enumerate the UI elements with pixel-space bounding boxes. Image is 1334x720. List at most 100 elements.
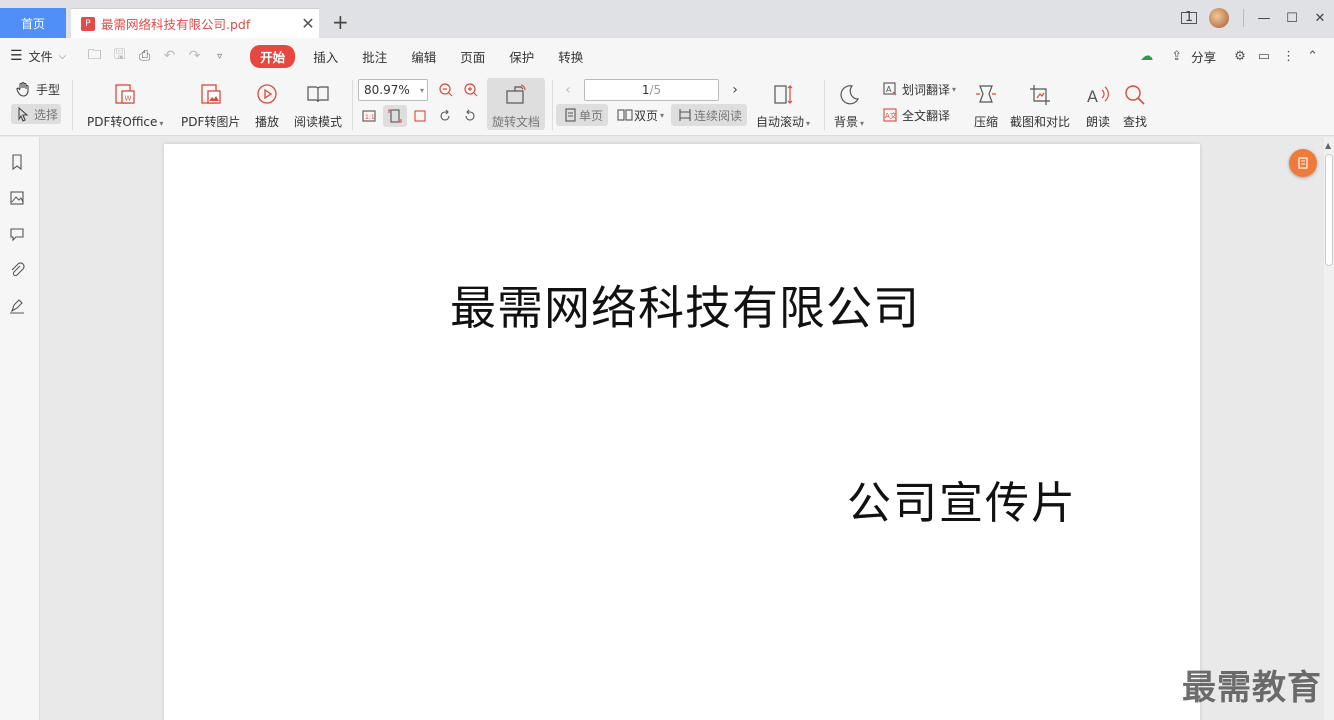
full-translate-icon: A文	[881, 106, 899, 124]
menu-protect[interactable]: 保护	[509, 47, 534, 66]
share-button[interactable]: ⇪ 分享	[1165, 47, 1222, 66]
read-mode-button[interactable]: 阅读模式	[294, 78, 342, 130]
file-menu[interactable]: ☰ 文件 ⌵	[10, 48, 66, 65]
fit-page-icon	[386, 107, 404, 125]
settings-icon[interactable]: ⚙	[1234, 49, 1246, 64]
scrollbar-thumb[interactable]	[1325, 154, 1333, 266]
vertical-scrollbar[interactable]: ▲	[1324, 137, 1334, 720]
play-button[interactable]: 播放	[253, 78, 281, 130]
screenshot-icon	[1026, 81, 1054, 109]
pdf-to-image-icon	[197, 81, 225, 109]
menu-annotate[interactable]: 批注	[362, 47, 387, 66]
zoom-in-button[interactable]	[461, 79, 481, 101]
pdf-to-office-icon: W	[111, 81, 139, 109]
menu-page[interactable]: 页面	[460, 47, 485, 66]
zoom-out-icon	[437, 81, 455, 99]
divider	[824, 80, 825, 130]
continuous-read-button[interactable]: 连续阅读	[671, 104, 747, 126]
tab-document[interactable]: P 最需网络科技有限公司.pdf ✕	[71, 8, 319, 38]
menu-right-tools: ☁ ⇪ 分享 ⚙ ▭ ⋮ ⌃	[1134, 38, 1324, 74]
book-icon	[304, 81, 332, 109]
pdf-to-office-button[interactable]: W PDF转Office ▾	[87, 78, 163, 130]
rotate-left-icon	[436, 107, 454, 125]
attachment-icon[interactable]	[8, 261, 26, 279]
find-button[interactable]: 查找	[1121, 78, 1149, 130]
fit-page-button[interactable]	[383, 105, 407, 127]
fit-width-button[interactable]	[410, 105, 430, 127]
double-page-button[interactable]: 双页 ▾	[612, 104, 668, 126]
actual-size-icon: 1:1	[360, 107, 378, 125]
comment-icon[interactable]	[8, 225, 26, 243]
menu-edit[interactable]: 编辑	[411, 47, 436, 66]
word-translate-button[interactable]: A 划词翻译 ▾	[881, 80, 956, 98]
menu-start[interactable]: 开始	[250, 44, 296, 68]
hand-tool-label: 手型	[36, 82, 61, 97]
new-tab-button[interactable]: +	[332, 10, 349, 34]
compress-button[interactable]: 压缩	[972, 78, 1000, 130]
prev-page-icon[interactable]: ‹	[560, 79, 576, 101]
zoom-select[interactable]: 80.97% ▾	[358, 79, 428, 101]
close-tab-icon[interactable]: ✕	[297, 14, 319, 33]
share-icon: ⇪	[1171, 48, 1183, 64]
title-bar: 首页 P 最需网络科技有限公司.pdf ✕ + 1 — ☐ ✕	[0, 0, 1334, 38]
single-page-button[interactable]: 单页	[556, 104, 608, 126]
word-translate-label: 划词翻译	[902, 82, 951, 97]
open-folder-icon[interactable]: 🗀	[82, 44, 107, 68]
bookmark-icon[interactable]	[8, 153, 26, 171]
actual-size-button[interactable]: 1:1	[359, 105, 379, 127]
caret-icon: ▾	[806, 119, 811, 128]
read-mode-label: 阅读模式	[294, 115, 343, 129]
close-window-icon[interactable]: ✕	[1306, 11, 1334, 26]
page-number-input[interactable]: 1 /5	[584, 79, 719, 101]
full-translate-button[interactable]: A文 全文翻译	[881, 106, 950, 124]
save-icon[interactable]: 🖫	[107, 44, 132, 68]
read-aloud-button[interactable]: A 朗读	[1084, 78, 1112, 130]
hand-tool-button[interactable]: 手型	[14, 80, 60, 98]
scroll-up-icon[interactable]: ▲	[1325, 141, 1331, 150]
feedback-icon[interactable]: ▭	[1258, 49, 1270, 64]
continuous-read-label: 连续阅读	[693, 108, 742, 123]
fit-width-icon	[411, 107, 429, 125]
read-aloud-label: 朗读	[1085, 115, 1110, 129]
pdf-page: 最需网络科技有限公司 公司宣传片	[164, 144, 1200, 720]
screenshot-compare-button[interactable]: 截图和对比	[1010, 78, 1070, 130]
rotate-left-button[interactable]	[435, 105, 455, 127]
maximize-icon[interactable]: ☐	[1278, 11, 1306, 26]
redo-icon[interactable]: ↷	[182, 48, 207, 64]
pdf-to-image-button[interactable]: PDF转图片	[181, 78, 240, 130]
page-count-badge[interactable]: 1	[1181, 11, 1197, 24]
watermark: 最需教育	[1182, 668, 1322, 708]
avatar[interactable]	[1209, 8, 1229, 28]
caret-icon: ▾	[660, 110, 665, 120]
rotate-right-button[interactable]	[460, 105, 480, 127]
document-viewport[interactable]: 最需网络科技有限公司 公司宣传片	[41, 137, 1324, 720]
tab-home[interactable]: 首页	[0, 8, 66, 38]
minimize-icon[interactable]: —	[1250, 11, 1278, 26]
caret-icon: ▾	[159, 119, 164, 128]
document-title: 最需网络科技有限公司	[450, 281, 920, 335]
more-icon[interactable]: ⋮	[1282, 49, 1295, 64]
rotate-document-button[interactable]: 旋转文档	[487, 78, 545, 130]
pdf-to-image-label: PDF转图片	[181, 115, 241, 129]
floating-tool-button[interactable]	[1289, 149, 1317, 177]
print-icon[interactable]: ⎙	[132, 48, 157, 64]
play-icon	[253, 81, 281, 109]
zoom-out-button[interactable]	[436, 79, 456, 101]
next-page-icon[interactable]: ›	[727, 79, 743, 101]
select-tool-button[interactable]: 选择	[11, 104, 62, 124]
zoom-in-icon	[462, 81, 480, 99]
single-page-label: 单页	[578, 108, 603, 123]
menu-insert[interactable]: 插入	[313, 47, 338, 66]
rotate-document-label: 旋转文档	[491, 115, 540, 129]
undo-icon[interactable]: ↶	[157, 48, 182, 64]
auto-scroll-button[interactable]: 自动滚动 ▾	[756, 78, 810, 130]
customize-icon[interactable]: ▿	[207, 51, 232, 62]
window-controls: 1 — ☐ ✕	[1181, 6, 1334, 30]
menu-convert[interactable]: 转换	[558, 47, 583, 66]
cloud-sync-icon[interactable]: ☁	[1140, 49, 1153, 64]
document-subtitle: 公司宣传片	[847, 478, 1077, 529]
collapse-ribbon-icon[interactable]: ⌃	[1307, 49, 1318, 64]
thumbnail-icon[interactable]	[8, 189, 26, 207]
background-button[interactable]: 背景 ▾	[834, 78, 864, 130]
signature-icon[interactable]	[8, 297, 26, 315]
